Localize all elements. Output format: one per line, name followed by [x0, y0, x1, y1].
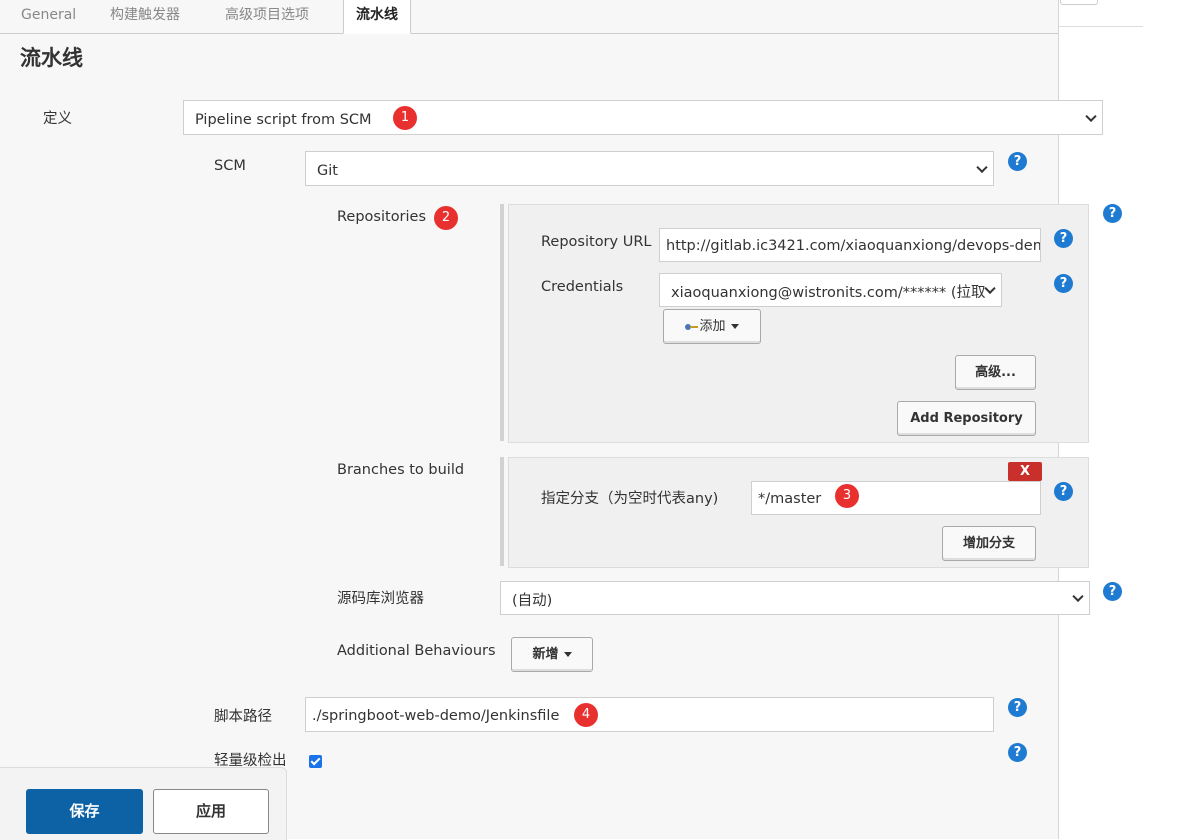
definition-label: 定义 [43, 111, 72, 127]
tab-build-triggers[interactable]: 构建触发器 [110, 0, 180, 30]
repository-browser-value: (自动) [512, 593, 553, 609]
definition-select[interactable]: Pipeline script from SCM [183, 100, 1103, 135]
repository-url-help-icon[interactable]: ? [1054, 229, 1073, 248]
branch-specifier-input[interactable]: */master [751, 481, 1041, 515]
scm-select-value: Git [317, 163, 338, 179]
tab-pipeline[interactable]: 流水线 [343, 0, 411, 34]
advanced-button[interactable]: 高级... [955, 355, 1036, 390]
section-title: 流水线 [20, 46, 83, 70]
branch-specifier-help-icon[interactable]: ? [1054, 482, 1073, 501]
save-button[interactable]: 保存 [26, 789, 143, 834]
lightweight-checkout-help-icon[interactable]: ? [1008, 743, 1027, 762]
repository-browser-select[interactable]: (自动) [500, 581, 1090, 615]
caret-down-icon [730, 324, 739, 329]
add-credentials-button[interactable]: 添加 [663, 309, 761, 344]
key-icon [685, 323, 699, 330]
add-credentials-label: 添加 [699, 319, 726, 334]
repository-url-label: Repository URL [541, 234, 652, 250]
credentials-help-icon[interactable]: ? [1054, 274, 1073, 293]
add-behaviour-button[interactable]: 新增 [511, 637, 593, 672]
branches-box-bar [500, 457, 504, 566]
additional-behaviours-label: Additional Behaviours [337, 643, 496, 659]
scm-label: SCM [214, 158, 246, 174]
lightweight-checkout-checkbox[interactable] [309, 755, 322, 768]
repositories-help-icon[interactable]: ? [1103, 204, 1122, 223]
branch-specifier-label: 指定分支（为空时代表any) [541, 491, 719, 507]
credentials-select[interactable]: xiaoquanxiong@wistronits.com/****** (拉取 [659, 273, 1002, 307]
config-panel: General 构建触发器 高级项目选项 流水线 流水线 定义 Pipeline… [0, 0, 1122, 839]
scm-help-icon[interactable]: ? [1008, 152, 1027, 171]
branches-label: Branches to build [337, 462, 465, 478]
script-path-input[interactable]: ./springboot-web-demo/Jenkinsfile [305, 697, 994, 732]
definition-select-value: Pipeline script from SCM [195, 112, 372, 128]
credentials-select-value: xiaoquanxiong@wistronits.com/****** (拉取 [671, 285, 986, 301]
repositories-label: Repositories [337, 209, 427, 225]
add-branch-button[interactable]: 增加分支 [942, 526, 1036, 561]
apply-button[interactable]: 应用 [153, 789, 269, 834]
tab-bar: General 构建触发器 高级项目选项 流水线 [0, 0, 1058, 34]
annotation-badge-1: 1 [393, 106, 417, 130]
repository-url-input[interactable]: http://gitlab.ic3421.com/xiaoquanxiong/d… [659, 228, 1041, 262]
script-path-help-icon[interactable]: ? [1008, 698, 1027, 717]
right-area-button-edge [1060, 0, 1098, 5]
delete-branch-button[interactable]: X [1008, 462, 1042, 481]
script-path-label: 脚本路径 [214, 709, 272, 725]
repositories-box-bar [500, 204, 504, 441]
add-repository-button[interactable]: Add Repository [897, 401, 1036, 436]
credentials-label: Credentials [541, 279, 624, 295]
tab-general[interactable]: General [21, 0, 76, 30]
annotation-badge-3: 3 [835, 484, 859, 508]
annotation-badge-4: 4 [574, 703, 598, 727]
scm-select[interactable]: Git [305, 151, 994, 186]
repository-browser-help-icon[interactable]: ? [1103, 582, 1122, 601]
annotation-badge-2: 2 [434, 206, 458, 230]
add-behaviour-label: 新增 [532, 647, 559, 662]
repository-browser-label: 源码库浏览器 [337, 591, 424, 607]
tab-advanced-options[interactable]: 高级项目选项 [225, 0, 309, 30]
caret-down-icon [563, 652, 572, 657]
